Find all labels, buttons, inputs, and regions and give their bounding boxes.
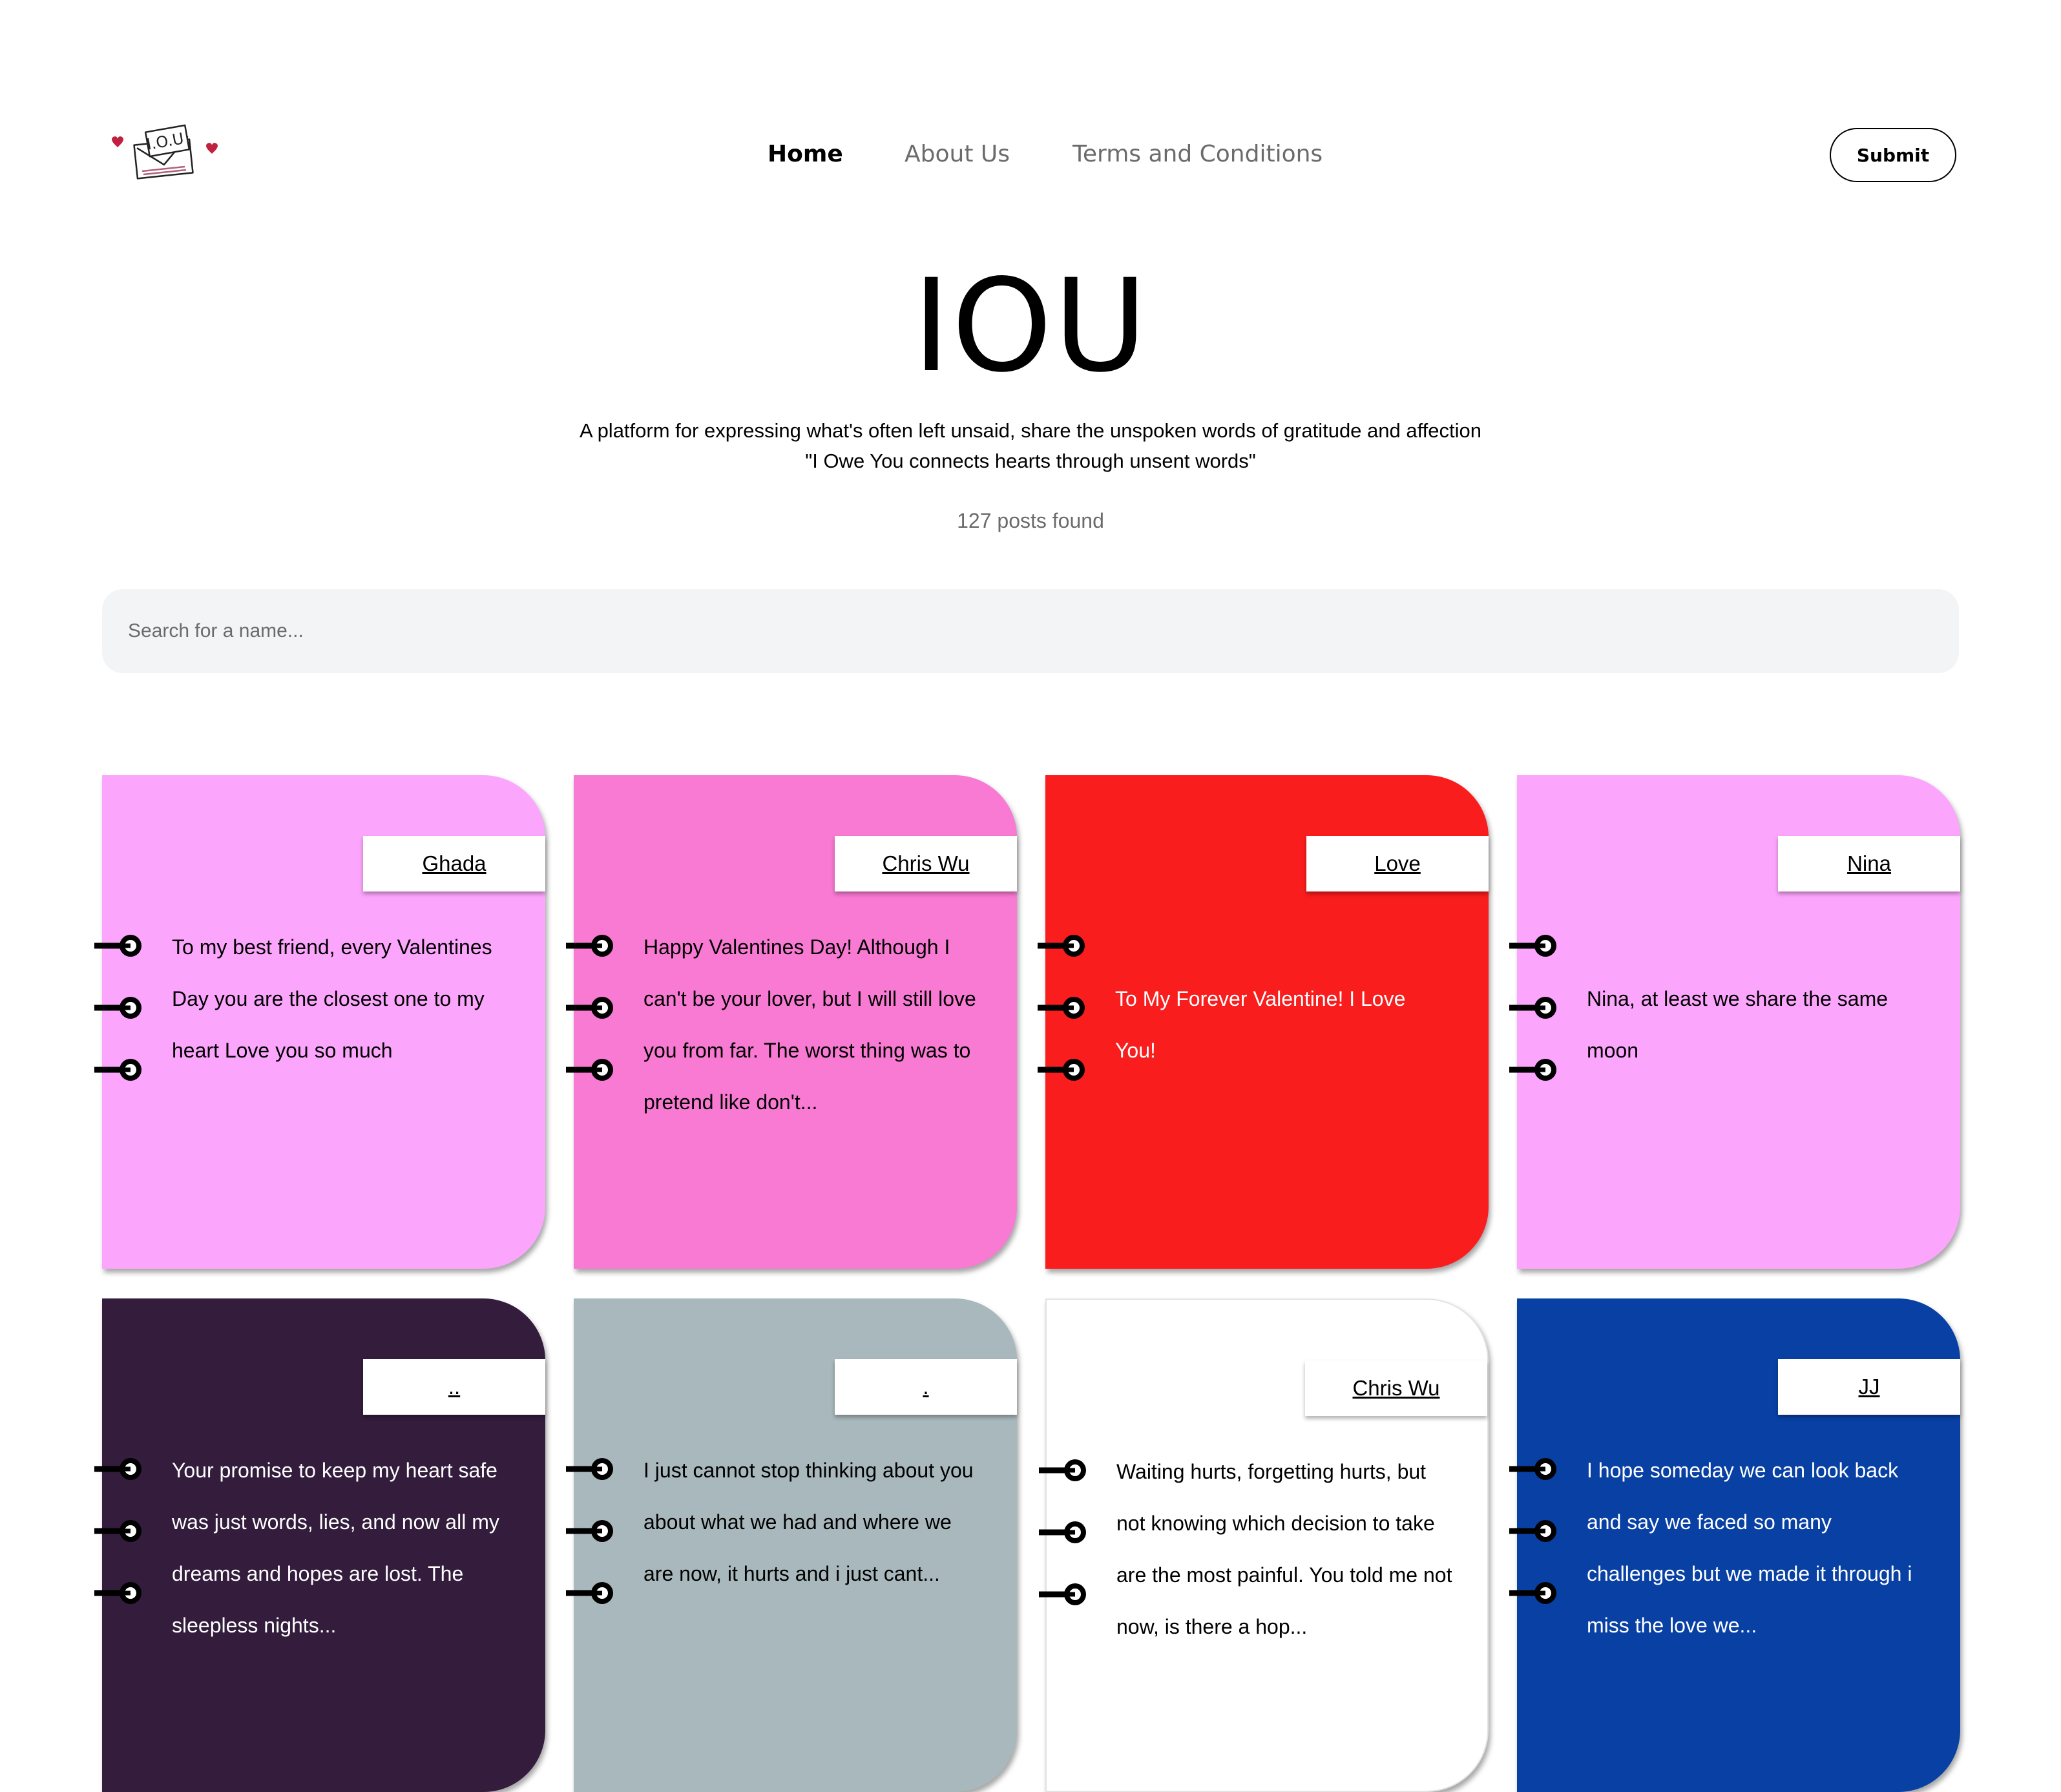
- main-nav: Home About Us Terms and Conditions: [0, 129, 2061, 185]
- post-card[interactable]: Chris Wu Happy Valentines Day! Although I…: [563, 775, 1017, 1269]
- card-name-tag[interactable]: Love: [1306, 836, 1489, 891]
- card-message: To my best friend, every Valentines Day …: [172, 935, 492, 1062]
- card-message: Your promise to keep my heart safe was j…: [172, 1459, 499, 1637]
- page-title: IOU: [912, 251, 1149, 401]
- binder-ring-icon: [1034, 1055, 1091, 1085]
- post-card[interactable]: Chris Wu Waiting hurts, forgetting hurts,…: [1036, 1298, 1489, 1792]
- card-name-tag[interactable]: ..: [363, 1359, 545, 1415]
- binder-ring-icon: [1506, 993, 1562, 1023]
- binder-ring-icon: [1034, 993, 1091, 1023]
- post-card[interactable]: .. Your promise to keep my heart safe was…: [91, 1298, 545, 1792]
- binder-ring-icon: [1506, 1055, 1562, 1085]
- binder-ring-icon: [91, 1516, 147, 1546]
- submit-button[interactable]: Submit: [1830, 128, 1956, 182]
- tagline: A platform for expressing what's often l…: [0, 415, 2061, 476]
- card-message: I just cannot stop thinking about you ab…: [643, 1459, 974, 1585]
- binder-ring-icon: [1506, 1516, 1562, 1546]
- card-name-tag[interactable]: JJ: [1778, 1359, 1960, 1415]
- card-message: To My Forever Valentine! I Love You!: [1115, 987, 1406, 1062]
- nav-about-us[interactable]: About Us: [905, 141, 1010, 167]
- nav-terms-and-conditions[interactable]: Terms and Conditions: [1072, 141, 1323, 167]
- binder-ring-icon: [1036, 1579, 1092, 1609]
- binder-ring-icon: [91, 1454, 147, 1484]
- binder-ring-icon: [91, 1578, 147, 1608]
- card-name-tag[interactable]: Chris Wu: [835, 836, 1017, 891]
- card-name-tag[interactable]: Nina: [1778, 836, 1960, 891]
- binder-ring-icon: [1506, 1578, 1562, 1608]
- binder-ring-icon: [1034, 931, 1091, 961]
- binder-ring-icon: [91, 1055, 147, 1085]
- binder-ring-icon: [563, 1516, 619, 1546]
- binder-ring-icon: [563, 931, 619, 961]
- card-name-tag[interactable]: Ghada: [363, 836, 545, 891]
- binder-ring-icon: [1036, 1455, 1092, 1485]
- binder-ring-icon: [1036, 1517, 1092, 1547]
- card-message: Nina, at least we share the same moon: [1587, 987, 1888, 1062]
- nav-home[interactable]: Home: [768, 141, 843, 167]
- binder-ring-icon: [563, 1055, 619, 1085]
- binder-ring-icon: [563, 1454, 619, 1484]
- binder-ring-icon: [563, 993, 619, 1023]
- card-name-tag[interactable]: .: [835, 1359, 1017, 1415]
- post-card[interactable]: Ghada To my best friend, every Valentines…: [91, 775, 545, 1269]
- card-message: I hope someday we can look back and say …: [1587, 1459, 1912, 1637]
- posts-count: 127 posts found: [957, 509, 1104, 532]
- card-message: Happy Valentines Day! Although I can't b…: [643, 935, 976, 1114]
- post-card[interactable]: JJ I hope someday we can look back and sa…: [1506, 1298, 1960, 1792]
- binder-ring-icon: [1506, 1454, 1562, 1484]
- tagline-line-1: A platform for expressing what's often l…: [579, 419, 1481, 442]
- post-card[interactable]: . I just cannot stop thinking about you a…: [563, 1298, 1017, 1792]
- card-message: Waiting hurts, forgetting hurts, but not…: [1116, 1460, 1452, 1638]
- binder-ring-icon: [1506, 931, 1562, 961]
- tagline-line-2: "I Owe You connects hearts through unsen…: [805, 450, 1256, 472]
- post-card[interactable]: Love To My Forever Valentine! I Love You!: [1034, 775, 1489, 1269]
- search-input[interactable]: [102, 589, 1959, 673]
- card-name-tag[interactable]: Chris Wu: [1305, 1360, 1487, 1416]
- binder-ring-icon: [91, 931, 147, 961]
- binder-ring-icon: [563, 1578, 619, 1608]
- binder-ring-icon: [91, 993, 147, 1023]
- post-card[interactable]: Nina Nina, at least we share the same moo…: [1506, 775, 1960, 1269]
